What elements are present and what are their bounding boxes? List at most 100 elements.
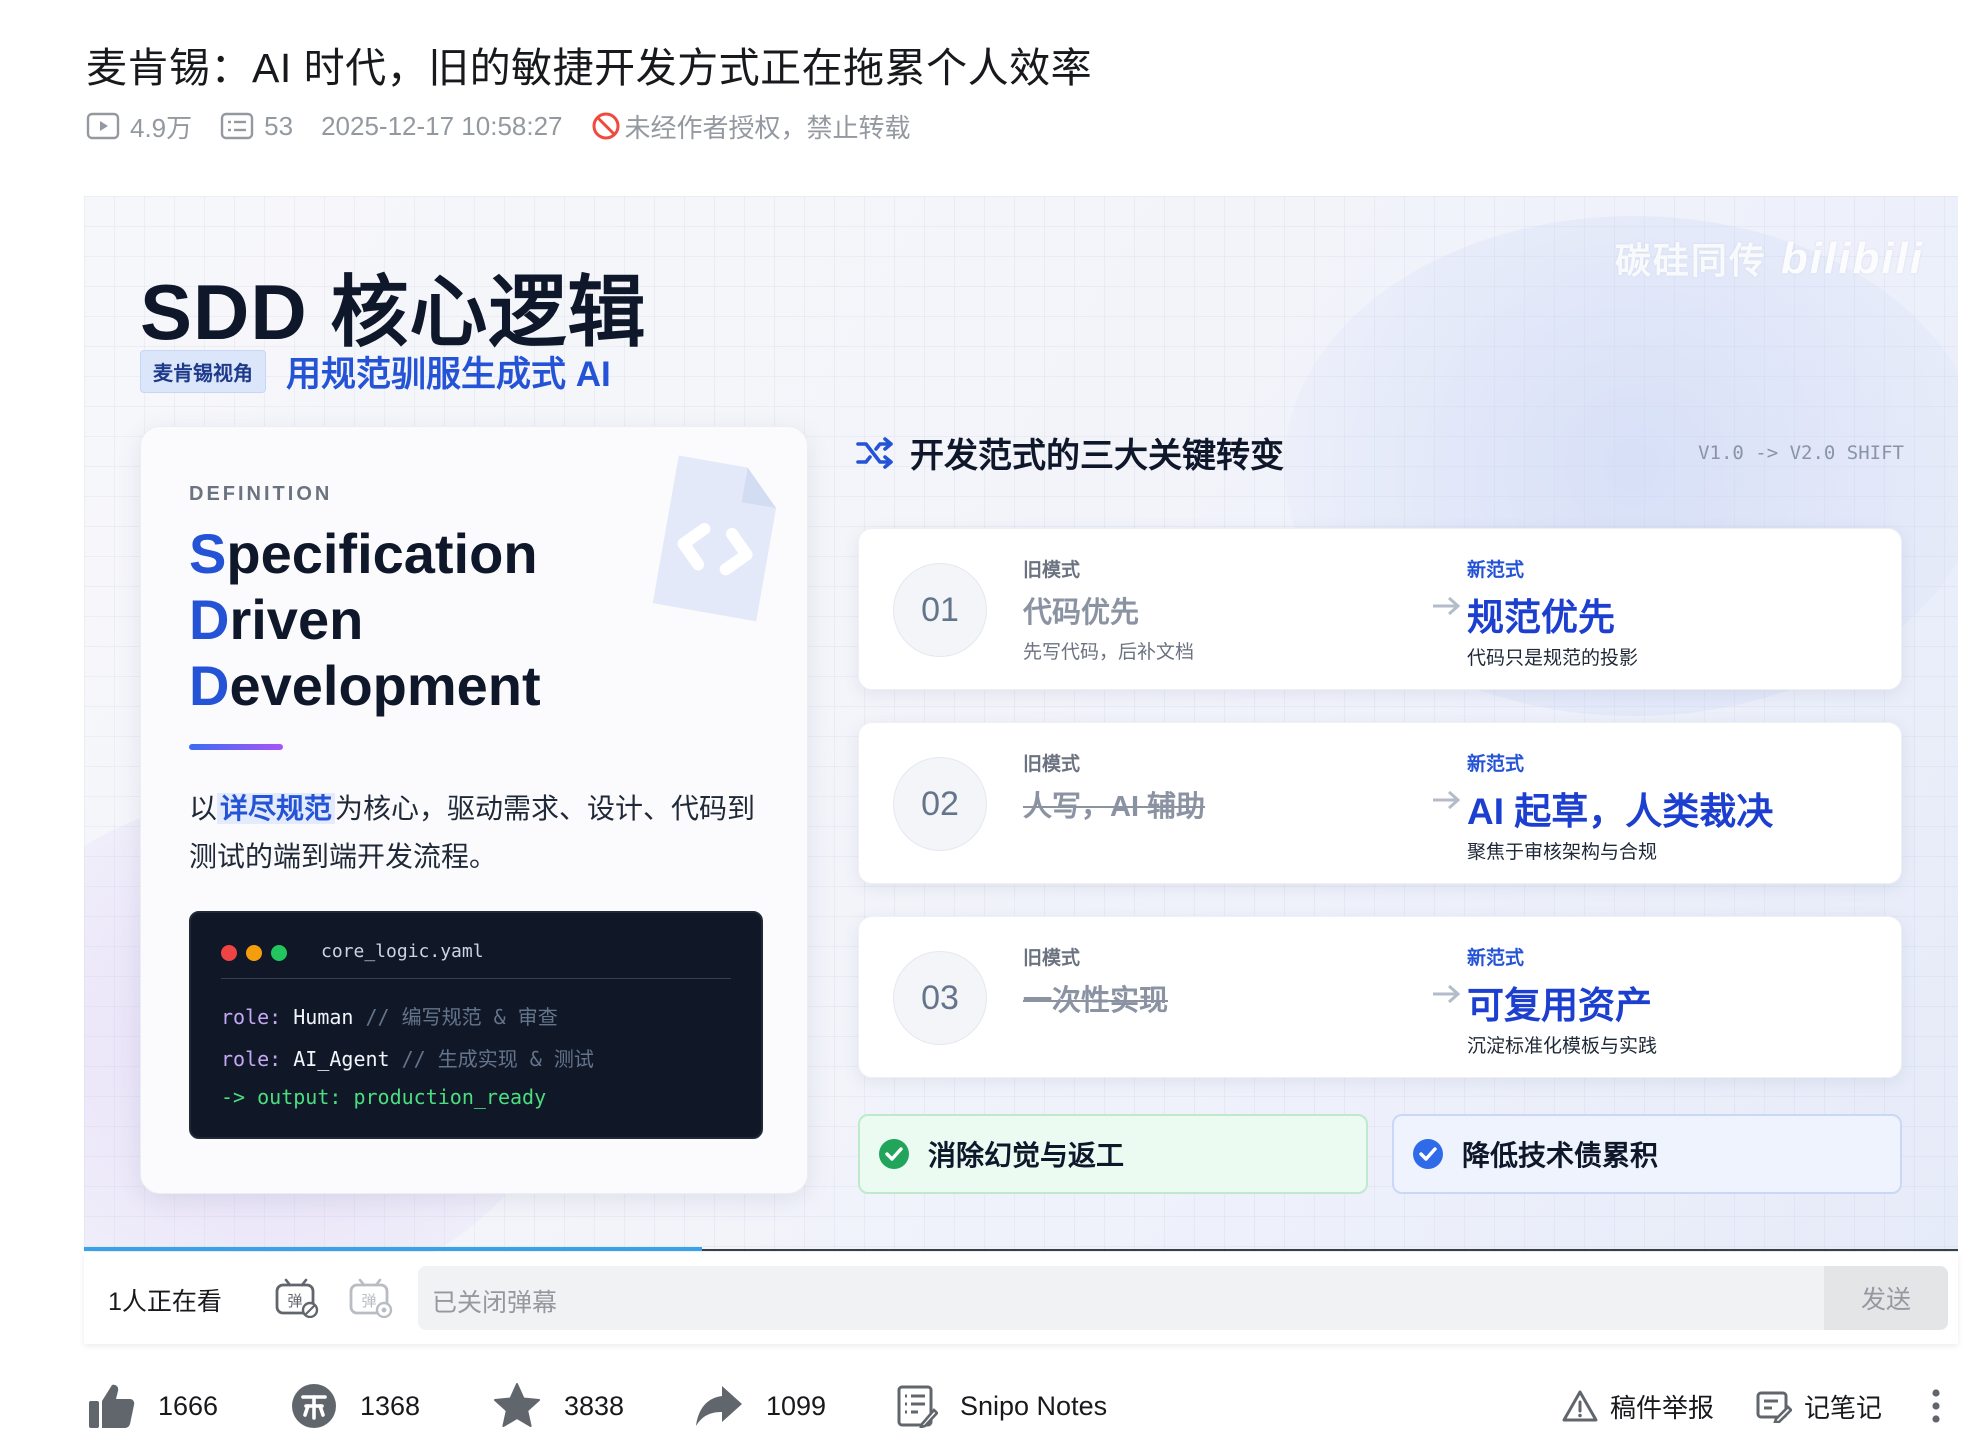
maximize-dot-icon <box>271 945 287 961</box>
arrow-right-icon <box>1433 790 1461 810</box>
report-label: 稿件举报 <box>1610 1392 1715 1423</box>
benefit-badge-tech-debt: 降低技术债累积 <box>1392 1114 1902 1194</box>
code-window: core_logic.yaml role: Human // 编写规范 & 审查… <box>189 911 763 1139</box>
video-player[interactable]: SDD 核心逻辑 碳硅同传 bilibili 麦肯锡视角 用规范驯服生成式 AI … <box>84 196 1958 1252</box>
coin-button[interactable]: 1368 <box>290 1372 420 1440</box>
views-stat: 4.9万 <box>86 108 192 145</box>
copyright-text: 未经作者授权，禁止转载 <box>624 112 911 143</box>
minimize-dot-icon <box>246 945 262 961</box>
code-filename: core_logic.yaml <box>321 941 484 962</box>
code-line: role: Human // 编写规范 & 审查 <box>221 1005 558 1029</box>
definition-description: 以详尽规范 为核心，驱动需求、设计、代码到测试的端到端开发流程。 <box>189 793 756 872</box>
take-notes-label: 记笔记 <box>1804 1392 1883 1423</box>
old-mode-title: 人写，AI 辅助 <box>1023 791 1206 823</box>
copyright-notice: 未经作者授权，禁止转载 <box>591 108 911 145</box>
old-mode-title: 一次性实现 <box>1023 985 1169 1017</box>
new-mode-title: AI 起草，人类裁决 <box>1467 791 1774 832</box>
note-edit-icon <box>1756 1391 1792 1423</box>
thumbs-up-icon <box>89 1384 135 1428</box>
take-notes-button[interactable]: 记笔记 <box>1756 1372 1882 1440</box>
new-mode-subtitle: 代码只是规范的投影 <box>1467 648 1639 669</box>
video-title: 麦肯锡：AI 时代，旧的敏捷开发方式正在拖累个人效率 <box>86 45 1093 91</box>
step-number: 02 <box>893 757 987 851</box>
watermark: 碳硅同传 bilibili <box>1615 232 1924 284</box>
report-button[interactable]: 稿件举报 <box>1562 1372 1714 1440</box>
slide-subtitle-row: 麦肯锡视角 用规范驯服生成式 AI <box>140 346 611 397</box>
slide-subtitle: 用规范驯服生成式 AI <box>286 355 611 394</box>
shift-heading: 开发范式的三大关键转变 <box>856 428 1284 477</box>
step-number: 03 <box>893 951 987 1045</box>
code-line: -> output: production_ready <box>221 1085 547 1109</box>
svg-text:弹: 弹 <box>361 1292 376 1310</box>
danmaku-input[interactable]: 已关闭弹幕 发送 <box>418 1266 1948 1330</box>
old-mode-subtitle: 先写代码，后补文档 <box>1023 642 1195 663</box>
sdd-term: Specification Driven Development <box>189 521 541 719</box>
perspective-tag: 麦肯锡视角 <box>140 350 266 393</box>
badge-text: 降低技术债累积 <box>1462 1140 1659 1171</box>
danmaku-count-icon <box>220 112 254 140</box>
like-count: 1666 <box>158 1390 219 1421</box>
star-icon <box>494 1383 540 1427</box>
danmaku-placeholder: 已关闭弹幕 <box>432 1289 558 1317</box>
close-dot-icon <box>221 945 237 961</box>
new-mode-title: 规范优先 <box>1467 597 1615 638</box>
new-mode-label: 新范式 <box>1467 754 1525 775</box>
send-button[interactable]: 发送 <box>1824 1266 1948 1330</box>
snipo-notes-label: Snipo Notes <box>960 1390 1108 1421</box>
term-line: Specification <box>189 522 538 585</box>
new-mode-title: 可复用资产 <box>1467 985 1652 1026</box>
shift-heading-text: 开发范式的三大关键转变 <box>910 437 1284 475</box>
new-mode-label: 新范式 <box>1467 560 1525 581</box>
accent-divider <box>189 744 283 750</box>
term-line: Development <box>189 654 541 717</box>
danmaku-settings-icon[interactable]: 弹 <box>348 1276 394 1318</box>
code-file-icon <box>652 455 777 622</box>
old-mode-label: 旧模式 <box>1023 754 1081 775</box>
play-count-icon <box>86 112 120 140</box>
publish-datetime: 2025-12-17 10:58:27 <box>321 110 563 141</box>
check-circle-icon <box>879 1139 909 1169</box>
benefit-badge-hallucination: 消除幻觉与返工 <box>858 1114 1368 1194</box>
new-mode-label: 新范式 <box>1467 948 1525 969</box>
coin-icon <box>292 1384 336 1428</box>
coin-count: 1368 <box>360 1390 421 1421</box>
version-label: V1.0 -> V2.0 SHIFT <box>1698 442 1904 464</box>
more-options-button[interactable] <box>1930 1372 1954 1440</box>
arrow-right-icon <box>1433 596 1461 616</box>
share-button[interactable]: 1099 <box>694 1372 826 1440</box>
favorite-count: 3838 <box>564 1390 625 1421</box>
views-count: 4.9万 <box>130 112 193 143</box>
svg-text:弹: 弹 <box>287 1292 302 1310</box>
term-line: Driven <box>189 588 364 651</box>
definition-label: DEFINITION <box>189 483 333 505</box>
like-button[interactable]: 1666 <box>86 1372 218 1440</box>
old-mode-label: 旧模式 <box>1023 560 1081 581</box>
danmaku-toggle-icon[interactable]: 弹 <box>274 1276 320 1318</box>
progress-bar[interactable] <box>84 1247 702 1251</box>
watching-count: 1人正在看 <box>108 1288 222 1316</box>
window-controls <box>221 945 296 961</box>
more-vertical-icon <box>1932 1389 1940 1423</box>
share-arrow-icon <box>696 1386 742 1426</box>
shift-row-02: 02 旧模式 人写，AI 辅助 新范式 AI 起草，人类裁决 聚焦于审核架构与合… <box>858 722 1902 884</box>
step-number: 01 <box>893 563 987 657</box>
old-mode-title: 代码优先 <box>1023 597 1140 629</box>
shuffle-icon <box>856 436 893 469</box>
danmaku-stat: 53 <box>220 111 293 142</box>
description-highlight: 详尽规范 <box>217 793 336 824</box>
forbidden-icon <box>592 112 620 140</box>
code-line: role: AI_Agent // 生成实现 & 测试 <box>221 1047 594 1071</box>
shift-row-01: 01 旧模式 代码优先 先写代码，后补文档 新范式 规范优先 代码只是规范的投影 <box>858 528 1902 690</box>
new-mode-subtitle: 沉淀标准化模板与实践 <box>1467 1036 1658 1057</box>
new-mode-subtitle: 聚焦于审核架构与合规 <box>1467 842 1658 863</box>
favorite-button[interactable]: 3838 <box>492 1372 624 1440</box>
notes-icon <box>897 1385 938 1428</box>
snipo-notes-button[interactable]: Snipo Notes <box>896 1372 1107 1440</box>
check-circle-icon <box>1413 1139 1443 1169</box>
watermark-text: 碳硅同传 <box>1614 240 1767 281</box>
definition-card: DEFINITION Specification Driven Developm… <box>140 426 808 1194</box>
danmaku-bar: 1人正在看 弹 弹 已关闭弹幕 发送 <box>84 1252 1958 1344</box>
action-toolbar: 1666 1368 3838 1099 Snipo Notes 稿件举报 记笔记 <box>84 1372 1958 1440</box>
bilibili-logo: bilibili <box>1780 234 1924 283</box>
old-mode-label: 旧模式 <box>1023 948 1081 969</box>
